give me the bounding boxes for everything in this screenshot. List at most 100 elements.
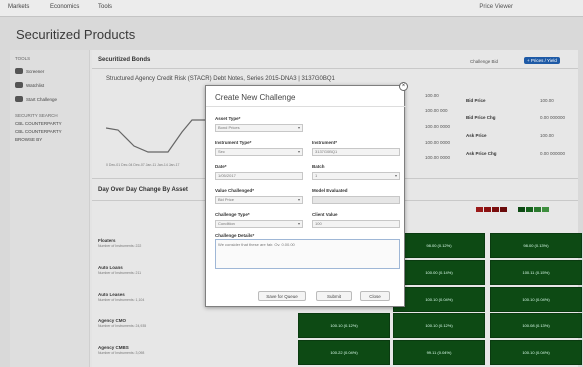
nav-economics[interactable]: Economics — [50, 4, 79, 10]
mid-value: 100.00 0000 — [425, 140, 451, 145]
close-icon[interactable]: × — [399, 82, 408, 91]
mid-value: 100.00 0000 — [425, 124, 451, 129]
instrument-label: Instrument* — [312, 140, 338, 145]
challenge-bid-button[interactable]: Challenge Bid — [470, 59, 498, 64]
heatmap-cell[interactable]: 100.00 (0.14%) — [393, 260, 485, 285]
bid-price-value: 100.00 — [540, 98, 554, 103]
asset-type-label: Asset Type* — [215, 116, 241, 121]
sidebar-heading-tools: TOOLS — [15, 56, 31, 61]
chart-axis-labels: 0 Dec-01 Dec-04 Dec-07 Jan-11 Jan-14 Jan… — [106, 163, 180, 167]
challenge-icon — [15, 96, 23, 102]
row-label: Floaters — [98, 238, 116, 243]
mid-value: 100.00 000 — [425, 108, 448, 113]
nav-tools[interactable]: Tools — [98, 4, 112, 10]
instrument-type-select[interactable]: Sec — [215, 148, 303, 156]
bond-title: Structured Agency Credit Risk (STACR) De… — [106, 76, 335, 82]
top-nav-bar: Markets Economics Tools Price Viewer — [0, 0, 583, 17]
heatmap-cell[interactable]: 98.00 (0.12%) — [393, 233, 485, 258]
price-chart: 0 Dec-01 Dec-04 Dec-07 Jan-11 Jan-14 Jan… — [106, 119, 216, 167]
mid-value: 100.00 0000 — [425, 155, 451, 160]
nav-markets[interactable]: Markets — [8, 4, 29, 10]
heatmap-cell[interactable]: 100.10 (0.04%) — [490, 340, 582, 365]
instrument-input[interactable]: 3137G0BQ1 — [312, 148, 400, 156]
challenge-details-textarea[interactable]: We consider that these are fair. Ov. 0.0… — [215, 239, 400, 269]
row-subtitle: Number of Instruments: 24,935 — [98, 324, 147, 328]
bid-price-chg-label: Bid Price Chg — [466, 115, 496, 120]
heatmap-cell[interactable]: 100.10 (0.12%) — [298, 313, 390, 338]
ask-price-label: Ask Price — [466, 133, 487, 138]
sidebar-link[interactable]: BROWSE BY — [15, 137, 42, 142]
ask-price-chg-value: 0.00 000000 — [540, 151, 566, 156]
legend-swatch — [484, 207, 491, 212]
legend-swatch — [492, 207, 499, 212]
legend-swatch — [534, 207, 541, 212]
value-challenged-label: Value Challenged* — [215, 188, 255, 193]
instrument-type-label: Instrument Type* — [215, 140, 252, 145]
prices-yield-button[interactable]: + Prices / Yield — [524, 57, 560, 64]
ask-price-value: 100.00 — [540, 133, 554, 138]
challenge-details-label: Challenge Details* — [215, 233, 255, 238]
price-line — [106, 119, 216, 153]
heatmap-cell[interactable]: 100.22 (0.04%) — [298, 340, 390, 365]
submit-button[interactable]: Submit — [316, 291, 352, 301]
divider — [206, 106, 406, 107]
model-evaluated-input[interactable] — [312, 196, 400, 204]
batch-label: Batch — [312, 164, 325, 169]
value-challenged-select[interactable]: Bid Price — [215, 196, 303, 204]
table-row[interactable]: Agency CMO Number of Instruments: 24,935 — [98, 318, 146, 328]
sidebar-item-label: Watchlist — [26, 82, 45, 88]
sidebar-link[interactable]: CBL COUNTERPARTY — [15, 129, 62, 134]
legend-swatch — [542, 207, 549, 212]
sidebar-item-watchlist[interactable]: Watchlist — [15, 82, 44, 88]
sidebar-item-start-challenge[interactable]: Start Challenge — [15, 96, 57, 102]
user-menu[interactable]: Price Viewer — [479, 4, 513, 10]
legend-swatch — [500, 207, 507, 212]
client-value-input[interactable]: 100 — [312, 220, 400, 228]
bid-price-chg-value: 0.00 000000 — [540, 115, 566, 120]
save-for-queue-button[interactable]: Save for Queue — [258, 291, 306, 301]
sidebar-link[interactable]: CBL COUNTERPARTY — [15, 121, 62, 126]
bid-price-label: Bid Price — [466, 98, 486, 103]
row-label: Auto Loans — [98, 265, 123, 270]
table-row[interactable]: Agency CMBS Number of Instruments: 3,098 — [98, 345, 144, 355]
section-title-day-change: Day Over Day Change By Asset — [98, 187, 188, 193]
table-row[interactable]: Auto Loans Number of Instruments: 211 — [98, 265, 141, 275]
sidebar-item-label: Screener — [26, 68, 45, 74]
color-legend — [476, 207, 549, 212]
model-evaluated-label: Model Evaluated — [312, 188, 348, 193]
row-label: Auto Leases — [98, 292, 125, 297]
heatmap-cell[interactable]: 100.10 (0.04%) — [393, 287, 485, 312]
row-subtitle: Number of Instruments: 222 — [98, 244, 142, 248]
close-button[interactable]: Close — [360, 291, 390, 301]
challenge-type-select[interactable]: Condition — [215, 220, 303, 228]
legend-swatch — [526, 207, 533, 212]
table-row[interactable]: Floaters Number of Instruments: 222 — [98, 238, 141, 248]
dialog-title: Create New Challenge — [215, 93, 296, 102]
heatmap-cell[interactable]: 98.00 (0.13%) — [490, 233, 582, 258]
ask-price-chg-label: Ask Price Chg — [466, 151, 497, 156]
heatmap-cell[interactable]: 99.11 (0.04%) — [393, 340, 485, 365]
asset-type-select[interactable]: Bond Prices — [215, 124, 303, 132]
heatmap-cell[interactable]: 100.10 (0.04%) — [490, 287, 582, 312]
heatmap-cell[interactable]: 100.10 (0.12%) — [393, 313, 485, 338]
heatmap-cell[interactable]: 100.11 (0.15%) — [490, 260, 582, 285]
mid-value: 100.00 — [425, 93, 439, 98]
sidebar-item-label: Start Challenge — [26, 96, 58, 102]
row-label: Agency CMBS — [98, 345, 129, 350]
row-label: Agency CMO — [98, 318, 127, 323]
table-row[interactable]: Auto Leases Number of Instruments: 1,104 — [98, 292, 144, 302]
heatmap-cell[interactable]: 100.08 (0.13%) — [490, 313, 582, 338]
sidebar-heading-search: SECURITY SEARCH — [15, 113, 58, 118]
screener-icon — [15, 68, 23, 74]
client-value-label: Client Value — [312, 212, 338, 217]
challenge-type-label: Challenge Type* — [215, 212, 250, 217]
date-input[interactable]: 1/05/2017 — [215, 172, 303, 180]
batch-select[interactable]: 1 — [312, 172, 400, 180]
sidebar-item-screener[interactable]: Screener — [15, 68, 44, 74]
watchlist-icon — [15, 82, 23, 88]
row-subtitle: Number of Instruments: 3,098 — [98, 351, 145, 355]
date-label: Date* — [215, 164, 227, 169]
legend-swatch — [518, 207, 525, 212]
row-subtitle: Number of Instruments: 1,104 — [98, 298, 145, 302]
section-title-bonds: Securitized Bonds — [98, 57, 151, 63]
